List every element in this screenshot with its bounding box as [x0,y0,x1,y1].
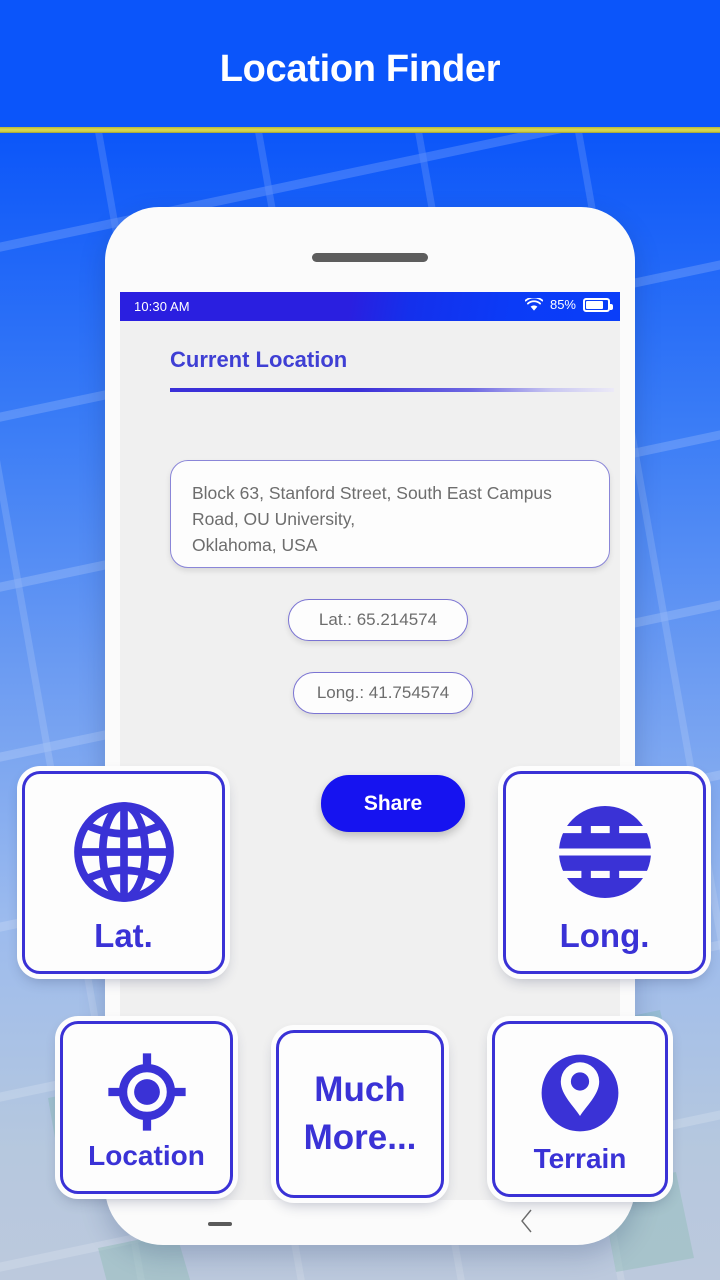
feature-card-much-more-label: Much More... [303,1070,417,1157]
feature-card-lat-label: Lat. [94,917,153,954]
status-indicators: 85% [524,297,613,312]
feature-card-location-label: Location [88,1139,205,1171]
wifi-icon [524,297,543,311]
address-box[interactable]: Block 63, Stanford Street, South East Ca… [170,460,610,568]
feature-card-lat[interactable]: Lat. [22,771,225,974]
phone-navbar [120,1200,620,1245]
battery-percent: 85% [549,297,576,312]
feature-card-long-label: Long. [559,917,650,954]
battery-fill [586,300,604,309]
section-underline [170,388,614,392]
app-header: Location Finder [0,0,720,127]
status-bar: 10:30 AM 85% [120,292,620,321]
gps-crosshair-icon [107,1052,186,1131]
feature-card-terrain[interactable]: Terrain [492,1021,668,1197]
page-title: Location Finder [219,48,501,90]
map-pin-icon [541,1054,619,1132]
status-time: 10:30 AM [134,299,190,314]
minimize-dash-icon[interactable] [208,1222,232,1226]
section-title: Current Location [170,347,348,372]
feature-card-terrain-label: Terrain [533,1143,627,1174]
latitude-value[interactable]: Lat.: 65.214574 [288,599,468,641]
feature-card-location[interactable]: Location [60,1021,233,1194]
longitude-value[interactable]: Long.: 41.754574 [293,672,473,714]
battery-icon [583,297,613,312]
share-button[interactable]: Share [321,775,465,832]
back-chevron-icon[interactable] [519,1208,534,1234]
feature-card-long[interactable]: Long. [503,771,706,974]
address-text: Block 63, Stanford Street, South East Ca… [192,483,552,555]
feature-card-much-more[interactable]: Much More... [276,1030,444,1198]
globe-icon [73,802,174,902]
header-divider [0,127,720,133]
latitude-bands-icon [558,805,651,899]
phone-speaker-grille [312,253,428,262]
